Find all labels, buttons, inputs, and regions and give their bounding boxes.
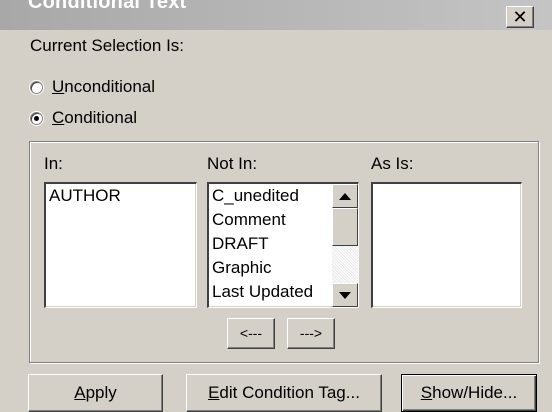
list-item[interactable]: AUTHOR: [46, 184, 196, 208]
arrow-down-icon: [339, 291, 351, 299]
show-hide-button[interactable]: Show/Hide...: [401, 374, 537, 412]
arrow-up-icon: [339, 192, 351, 200]
radio-conditional-indicator[interactable]: [30, 111, 43, 125]
edit-condition-tag-button[interactable]: Edit Condition Tag...: [186, 374, 382, 412]
not-in-scrollbar[interactable]: [332, 184, 358, 307]
current-selection-label: Current Selection Is:: [30, 36, 185, 55]
in-label: In:: [44, 154, 63, 173]
radio-unconditional-indicator[interactable]: [30, 80, 43, 94]
radio-conditional[interactable]: Conditional: [30, 107, 137, 129]
close-button[interactable]: ✕: [506, 6, 534, 28]
title-bar: Conditional Text ✕: [0, 0, 552, 30]
not-in-listbox[interactable]: C_unedited Comment DRAFT Graphic Last Up…: [207, 182, 359, 308]
as-is-listbox[interactable]: [371, 182, 522, 308]
edit-label-rest: dit Condition Tag...: [219, 383, 360, 402]
show-label-rest: how/Hide...: [432, 383, 518, 402]
not-in-label: Not In:: [207, 154, 258, 173]
window-title: Conditional Text: [28, 0, 187, 13]
radio-conditional-label: Conditional: [52, 108, 137, 128]
scroll-down-button[interactable]: [332, 283, 358, 307]
in-listbox[interactable]: AUTHOR: [44, 182, 197, 308]
radio-unconditional[interactable]: Unconditional: [30, 76, 155, 98]
apply-button[interactable]: Apply: [28, 374, 163, 412]
apply-mnemonic: A: [74, 383, 86, 402]
radio-unconditional-rest: nconditional: [64, 77, 156, 96]
as-is-label: As Is:: [371, 154, 414, 173]
move-left-button[interactable]: <---: [227, 318, 275, 349]
scroll-thumb[interactable]: [332, 208, 358, 246]
close-icon: ✕: [512, 7, 528, 27]
apply-label-rest: pply: [85, 383, 117, 402]
radio-unconditional-mnemonic: U: [52, 77, 65, 96]
radio-conditional-rest: onditional: [64, 108, 138, 127]
move-right-button[interactable]: --->: [287, 318, 335, 349]
scroll-up-button[interactable]: [332, 184, 358, 208]
radio-unconditional-label: Unconditional: [52, 77, 155, 97]
radio-conditional-mnemonic: C: [52, 108, 65, 127]
edit-mnemonic: E: [208, 383, 220, 402]
show-mnemonic: S: [420, 383, 433, 402]
